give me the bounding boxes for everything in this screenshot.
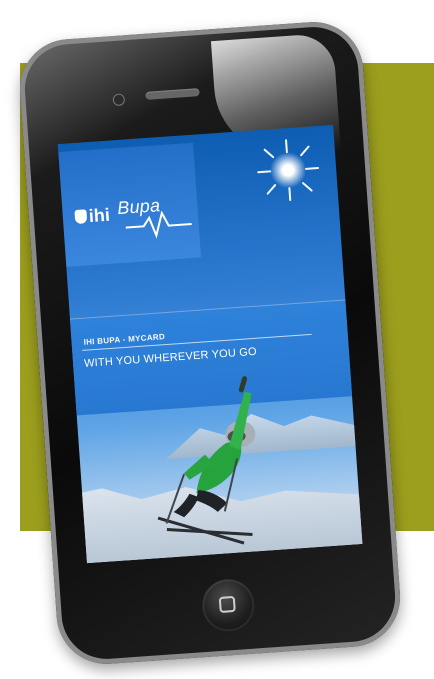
- sun-icon: [257, 139, 320, 202]
- ihi-logo: ihi: [74, 204, 111, 228]
- skier-illustration: [157, 376, 256, 545]
- ihi-logo-text: ihi: [88, 204, 111, 227]
- tagline: WITH YOU WHEREVER YOU GO: [83, 345, 258, 370]
- phone-illustration: ihi Bupa IHI BUPA - MYCARD WITH YOU WHER…: [0, 0, 434, 679]
- ihi-logo-mark-icon: [74, 209, 88, 225]
- phone-screen: ihi Bupa IHI BUPA - MYCARD WITH YOU WHER…: [57, 124, 363, 564]
- pulse-icon: [125, 210, 192, 239]
- logo-box: ihi Bupa: [58, 142, 202, 267]
- product-image: ihi Bupa IHI BUPA - MYCARD WITH YOU WHER…: [0, 0, 434, 679]
- smartphone-mockup: ihi Bupa IHI BUPA - MYCARD WITH YOU WHER…: [16, 18, 404, 668]
- home-button-icon: [218, 595, 236, 613]
